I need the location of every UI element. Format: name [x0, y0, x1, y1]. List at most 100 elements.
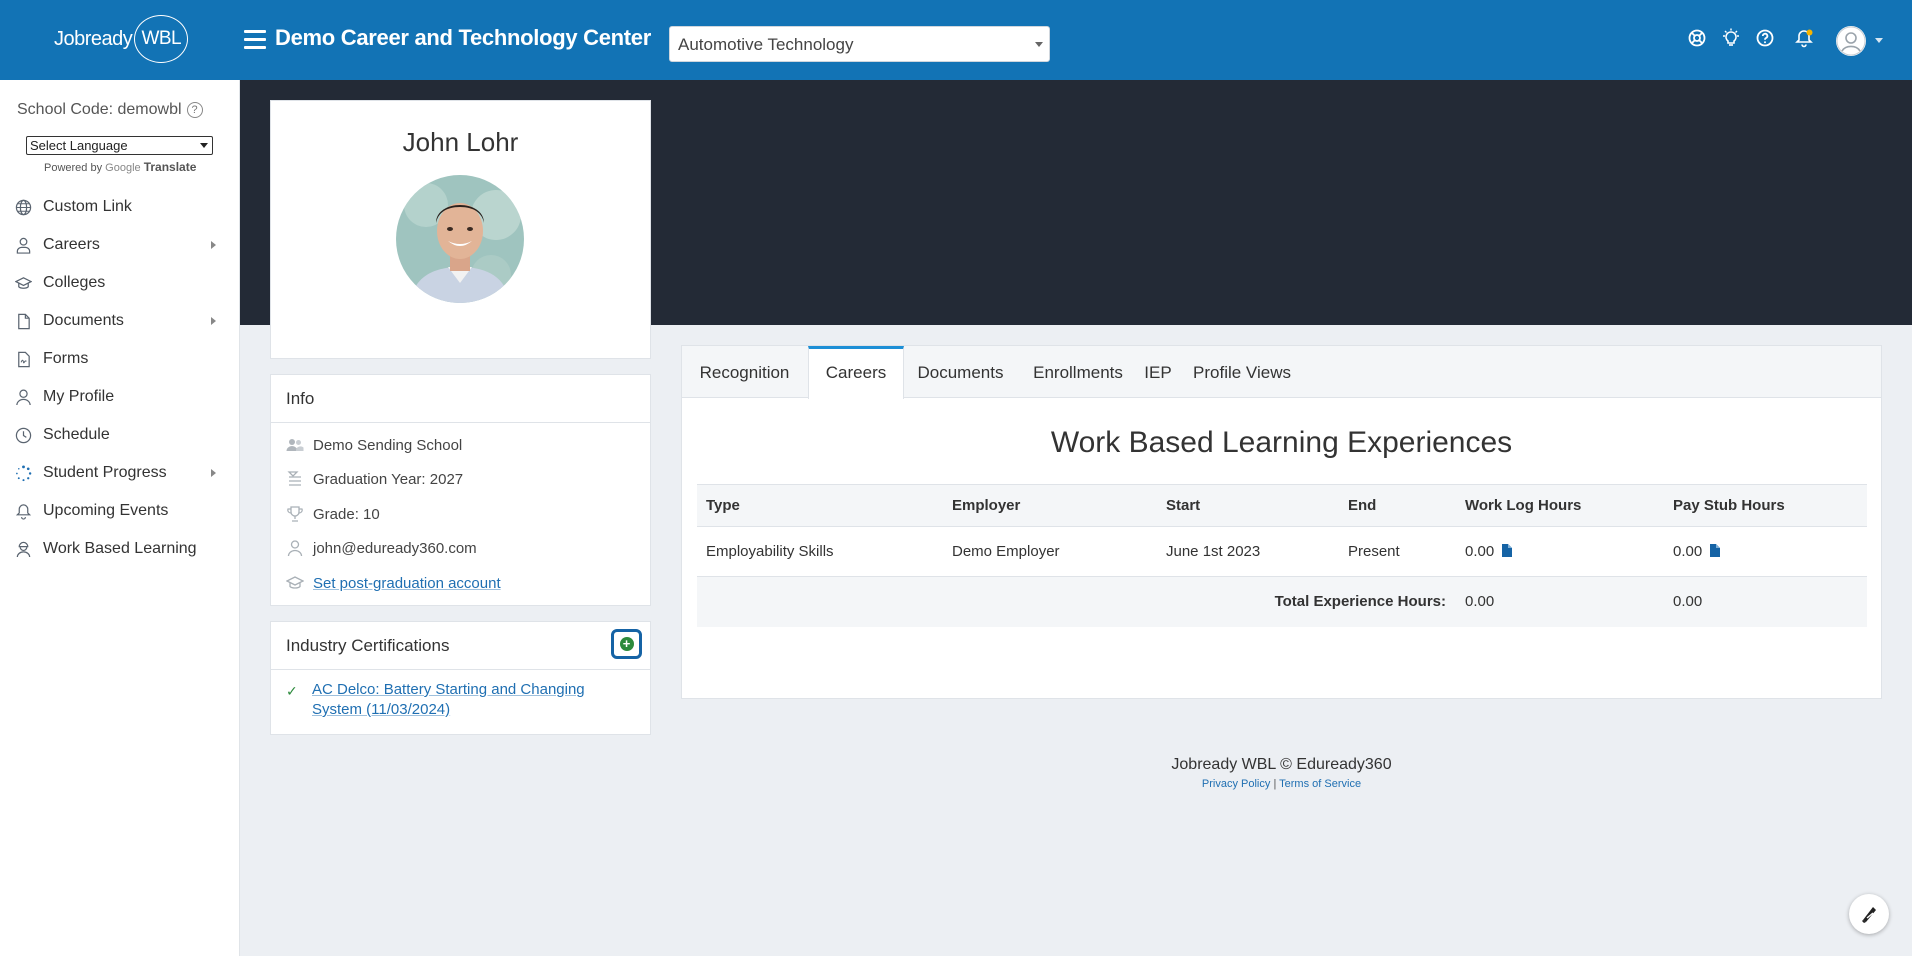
tab-documents[interactable]: Documents — [904, 346, 1017, 398]
info-graduation-year: Graduation Year: 2027 — [286, 467, 463, 491]
tab-iep[interactable]: IEP — [1139, 346, 1177, 398]
sidebar-item-upcoming-events[interactable]: Upcoming Events — [0, 492, 240, 530]
sidebar-item-careers[interactable]: Careers — [0, 226, 240, 264]
top-header: Jobready WBL Demo Career and Technology … — [0, 0, 1912, 80]
footer-copyright: Jobready WBL © Eduready360 — [1171, 756, 1392, 773]
column-header-pay-stub-hours[interactable]: Pay Stub Hours — [1664, 484, 1867, 527]
column-header-start[interactable]: Start — [1157, 484, 1339, 527]
set-post-graduation-link[interactable]: Set post-graduation account — [313, 575, 501, 592]
graduation-cap-icon — [286, 576, 304, 589]
table-row[interactable]: Employability Skills Demo Employer June … — [697, 526, 1867, 577]
sidebar-item-forms[interactable]: Forms — [0, 340, 240, 378]
file-icon[interactable] — [1502, 544, 1513, 557]
sidebar-item-work-based-learning[interactable]: Work Based Learning — [0, 530, 240, 568]
footer-links: Privacy Policy | Terms of Service — [1201, 778, 1362, 790]
sidebar-item-label: Upcoming Events — [43, 502, 169, 519]
careers-icon — [16, 237, 31, 254]
sidebar-item-label: Custom Link — [43, 198, 132, 215]
language-select[interactable]: Select Language — [26, 136, 213, 155]
edit-fab-button[interactable] — [1849, 894, 1889, 934]
pen-icon — [1862, 907, 1876, 923]
chevron-right-icon — [211, 241, 216, 249]
sidebar-item-label: Colleges — [43, 274, 106, 291]
form-icon — [18, 351, 30, 368]
users-icon — [286, 439, 304, 451]
help-icon[interactable] — [1755, 28, 1775, 48]
wbl-experiences-table: Type Employer Start End Work Log Hours P… — [697, 484, 1867, 627]
column-header-work-log-hours[interactable]: Work Log Hours — [1456, 484, 1664, 527]
certifications-heading: Industry Certifications — [271, 622, 650, 670]
sidebar-item-my-profile[interactable]: My Profile — [0, 378, 240, 416]
sidebar-item-label: Forms — [43, 350, 89, 367]
column-header-end[interactable]: End — [1339, 484, 1456, 527]
terms-of-service-link[interactable]: Terms of Service — [1279, 778, 1361, 790]
section-title: Work Based Learning Experiences — [1050, 426, 1513, 459]
chevron-down-icon — [200, 143, 208, 148]
tab-recognition[interactable]: Recognition — [682, 346, 807, 398]
school-code: School Code: demowbl ? — [17, 101, 203, 119]
tab-bar: Recognition Careers Documents Enrollment… — [682, 346, 1881, 399]
sidebar-item-label: Documents — [43, 312, 124, 329]
info-grade: Grade: 10 — [286, 502, 380, 526]
question-circle-icon[interactable]: ? — [186, 102, 203, 118]
sidebar-item-documents[interactable]: Documents — [0, 302, 240, 340]
sidebar-item-label: My Profile — [43, 388, 115, 405]
cell-employer: Demo Employer — [943, 526, 1157, 577]
profile-card: John Lohr — [270, 100, 651, 359]
program-select[interactable]: Automotive Technology — [669, 26, 1050, 62]
worker-icon — [16, 541, 31, 558]
plus-circle-icon: + — [619, 637, 634, 651]
support-icon[interactable] — [1687, 28, 1707, 48]
profile-name: John Lohr — [402, 127, 519, 157]
tab-careers[interactable]: Careers — [808, 346, 904, 399]
user-icon — [287, 540, 303, 557]
tab-enrollments[interactable]: Enrollments — [1017, 346, 1139, 398]
tab-profile-views[interactable]: Profile Views — [1177, 346, 1307, 398]
sidebar-item-custom-link[interactable]: Custom Link — [0, 188, 240, 226]
info-email: john@eduready360.com — [286, 536, 477, 560]
user-avatar-icon[interactable] — [1836, 26, 1866, 56]
sidebar-item-schedule[interactable]: Schedule — [0, 416, 240, 454]
add-certification-button[interactable]: + — [611, 629, 642, 659]
cell-start: June 1st 2023 — [1157, 526, 1339, 577]
info-post-graduation: Set post-graduation account — [286, 571, 501, 595]
menu-toggle-icon[interactable] — [244, 30, 266, 50]
privacy-policy-link[interactable]: Privacy Policy — [1202, 778, 1270, 790]
page-footer: Jobready WBL © Eduready360 Privacy Polic… — [681, 756, 1882, 790]
certification-link-line2[interactable]: System (11/03/2024) — [312, 700, 626, 720]
table-header-row: Type Employer Start End Work Log Hours P… — [697, 484, 1867, 527]
bell-icon[interactable] — [1794, 28, 1814, 48]
info-card: Info Demo Sending School Graduation Year… — [270, 374, 651, 606]
total-hours-label: Total Experience Hours: — [697, 576, 1456, 627]
user-icon — [16, 389, 31, 406]
sidebar-item-student-progress[interactable]: Student Progress — [0, 454, 240, 492]
user-menu-chevron-icon[interactable] — [1875, 38, 1883, 43]
column-header-employer[interactable]: Employer — [943, 484, 1157, 527]
sidebar-item-label: Careers — [43, 236, 100, 253]
certification-link-line1[interactable]: AC Delco: Battery Starting and Changing — [312, 680, 626, 700]
tabs-panel: Recognition Careers Documents Enrollment… — [681, 345, 1882, 699]
jobready-logo[interactable]: Jobready WBL — [54, 14, 189, 64]
trophy-icon — [287, 506, 303, 522]
sidebar-item-label: Schedule — [43, 426, 110, 443]
table-total-row: Total Experience Hours: 0.00 0.00 — [697, 576, 1867, 627]
lightbulb-icon[interactable] — [1721, 28, 1741, 48]
column-header-type[interactable]: Type — [697, 484, 943, 527]
cell-work-log-hours: 0.00 — [1456, 526, 1664, 577]
sidebar-item-label: Work Based Learning — [43, 540, 197, 557]
chevron-down-icon — [1035, 42, 1043, 47]
logo-text: Jobready — [54, 27, 133, 50]
info-school: Demo Sending School — [286, 433, 462, 457]
sidebar-item-label: Student Progress — [43, 464, 167, 481]
cell-pay-stub-hours: 0.00 — [1664, 526, 1867, 577]
chevron-right-icon — [211, 317, 216, 325]
bell-icon — [15, 504, 32, 520]
file-icon[interactable] — [1710, 544, 1721, 557]
sidebar-item-colleges[interactable]: Colleges — [0, 264, 240, 302]
logo-badge: WBL — [134, 15, 189, 63]
cell-type: Employability Skills — [697, 526, 943, 577]
graduate-icon — [287, 471, 301, 486]
total-work-log-hours: 0.00 — [1456, 576, 1664, 627]
clock-icon — [15, 427, 32, 444]
graduation-cap-icon — [15, 277, 32, 289]
